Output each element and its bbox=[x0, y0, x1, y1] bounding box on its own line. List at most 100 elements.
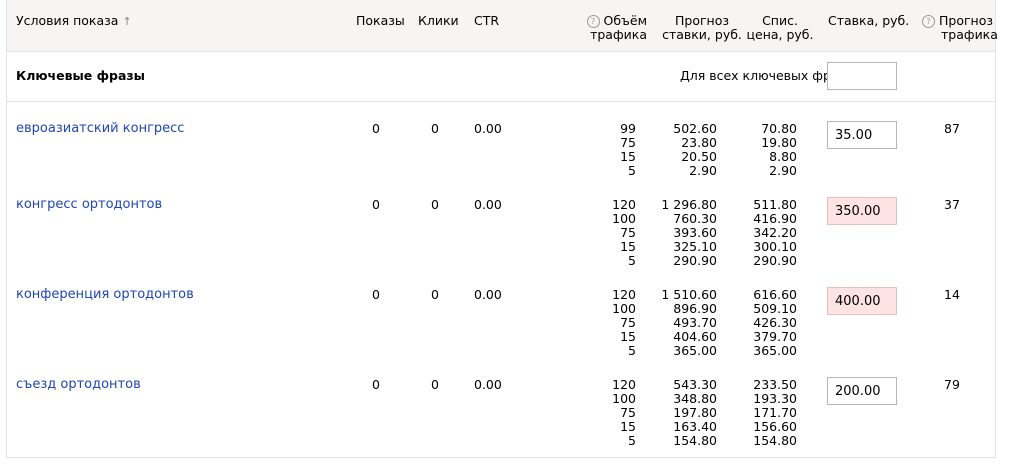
header-clicks[interactable]: Клики bbox=[418, 14, 459, 28]
keyword-link[interactable]: евроазиатский конгресс bbox=[16, 122, 184, 136]
impressions-value: 0 bbox=[372, 121, 380, 136]
header-impressions[interactable]: Показы bbox=[356, 14, 405, 28]
forecast-value: 348.80 bbox=[673, 391, 717, 406]
volume-value: 75 bbox=[620, 135, 636, 150]
charge-value: 342.20 bbox=[753, 225, 797, 240]
impressions-value: 0 bbox=[372, 377, 380, 392]
traffic-volume-list: 120 100 75 15 5 bbox=[596, 378, 636, 448]
traffic-volume-list: 120 100 75 15 5 bbox=[596, 288, 636, 358]
forecast-traffic-value: 37 bbox=[944, 197, 960, 212]
volume-value: 100 bbox=[612, 211, 636, 226]
volume-value: 15 bbox=[620, 329, 636, 344]
group-title: Ключевые фразы bbox=[16, 68, 145, 83]
charge-value: 19.80 bbox=[761, 135, 797, 150]
forecast-value: 493.70 bbox=[673, 315, 717, 330]
all-phrases-bid-input[interactable] bbox=[827, 62, 897, 90]
volume-value: 100 bbox=[612, 301, 636, 316]
header-forecast-bid-l2: ставки, руб. bbox=[662, 27, 742, 42]
header-charge-price-l1: Спис. bbox=[762, 13, 798, 28]
volume-value: 99 bbox=[620, 121, 636, 136]
header-traffic-volume-l2: трафика bbox=[590, 27, 647, 42]
bid-input[interactable] bbox=[827, 287, 897, 315]
traffic-volume-list: 99 75 15 5 bbox=[596, 122, 636, 178]
forecast-traffic-value: 87 bbox=[944, 121, 960, 136]
charge-value: 379.70 bbox=[753, 329, 797, 344]
charge-value: 616.60 bbox=[753, 287, 797, 302]
header-forecast-bid: Прогноз ставки, руб. bbox=[656, 14, 748, 42]
forecast-value: 23.80 bbox=[681, 135, 717, 150]
forecast-value: 760.30 bbox=[673, 211, 717, 226]
volume-value: 5 bbox=[628, 253, 636, 268]
volume-value: 120 bbox=[612, 377, 636, 392]
bid-input[interactable] bbox=[827, 377, 897, 405]
volume-value: 5 bbox=[628, 163, 636, 178]
forecast-value: 1 510.60 bbox=[661, 287, 717, 302]
volume-value: 5 bbox=[628, 343, 636, 358]
header-forecast-traffic-l2: трафика bbox=[941, 27, 998, 42]
charge-value: 509.10 bbox=[753, 301, 797, 316]
charge-price-list: 511.80 416.90 342.20 300.10 290.90 bbox=[737, 198, 797, 268]
volume-value: 15 bbox=[620, 419, 636, 434]
charge-value: 156.60 bbox=[753, 419, 797, 434]
charge-value: 416.90 bbox=[753, 211, 797, 226]
traffic-volume-list: 120 100 75 15 5 bbox=[596, 198, 636, 268]
volume-value: 75 bbox=[620, 315, 636, 330]
divider bbox=[6, 101, 996, 102]
header-traffic-volume-l1: Объём bbox=[603, 13, 648, 28]
forecast-bid-list: 502.60 23.80 20.50 2.90 bbox=[657, 122, 717, 178]
charge-value: 426.30 bbox=[753, 315, 797, 330]
forecast-value: 163.40 bbox=[673, 419, 717, 434]
forecast-traffic-value: 79 bbox=[944, 377, 960, 392]
charge-price-list: 616.60 509.10 426.30 379.70 365.00 bbox=[737, 288, 797, 358]
volume-value: 100 bbox=[612, 391, 636, 406]
forecast-value: 1 296.80 bbox=[661, 197, 717, 212]
impressions-value: 0 bbox=[372, 287, 380, 302]
forecast-value: 502.60 bbox=[673, 121, 717, 136]
forecast-value: 20.50 bbox=[681, 149, 717, 164]
charge-price-list: 70.80 19.80 8.80 2.90 bbox=[737, 122, 797, 178]
keyword-link[interactable]: съезд ортодонтов bbox=[16, 378, 141, 392]
charge-value: 171.70 bbox=[753, 405, 797, 420]
header-forecast-bid-l1: Прогноз bbox=[674, 13, 730, 28]
header-conditions: Условия показа bbox=[16, 13, 119, 28]
header-charge-price-l2: цена, руб. bbox=[746, 27, 814, 42]
keyword-link[interactable]: конференция ортодонтов bbox=[16, 288, 194, 302]
bid-input[interactable] bbox=[827, 197, 897, 225]
sort-up-icon: ↑ bbox=[122, 15, 132, 28]
charge-value: 70.80 bbox=[761, 121, 797, 136]
charge-value: 8.80 bbox=[769, 149, 797, 164]
ctr-value: 0.00 bbox=[474, 121, 502, 136]
ctr-value: 0.00 bbox=[474, 287, 502, 302]
forecast-value: 325.10 bbox=[673, 239, 717, 254]
ctr-value: 0.00 bbox=[474, 197, 502, 212]
all-phrases-label: Для всех ключевых фраз: bbox=[680, 68, 850, 83]
forecast-traffic-value: 14 bbox=[944, 287, 960, 302]
forecast-value: 365.00 bbox=[673, 343, 717, 358]
charge-value: 2.90 bbox=[769, 163, 797, 178]
charge-price-list: 233.50 193.30 171.70 156.60 154.80 bbox=[737, 378, 797, 448]
volume-value: 15 bbox=[620, 239, 636, 254]
forecast-bid-list: 1 296.80 760.30 393.60 325.10 290.90 bbox=[657, 198, 717, 268]
charge-value: 290.90 bbox=[753, 253, 797, 268]
clicks-value: 0 bbox=[431, 287, 439, 302]
keyword-link[interactable]: конгресс ортодонтов bbox=[16, 198, 162, 212]
charge-value: 193.30 bbox=[753, 391, 797, 406]
clicks-value: 0 bbox=[431, 377, 439, 392]
forecast-bid-list: 543.30 348.80 197.80 163.40 154.80 bbox=[657, 378, 717, 448]
charge-value: 154.80 bbox=[753, 433, 797, 448]
header-bid[interactable]: Ставка, руб. bbox=[828, 14, 909, 28]
clicks-value: 0 bbox=[431, 121, 439, 136]
header-ctr[interactable]: CTR bbox=[474, 14, 499, 28]
impressions-value: 0 bbox=[372, 197, 380, 212]
charge-value: 511.80 bbox=[753, 197, 797, 212]
forecast-value: 197.80 bbox=[673, 405, 717, 420]
charge-value: 365.00 bbox=[753, 343, 797, 358]
volume-value: 5 bbox=[628, 433, 636, 448]
volume-value: 75 bbox=[620, 405, 636, 420]
sort-by-conditions[interactable]: Условия показа ↑ bbox=[16, 14, 132, 29]
forecast-value: 393.60 bbox=[673, 225, 717, 240]
forecast-value: 896.90 bbox=[673, 301, 717, 316]
volume-value: 75 bbox=[620, 225, 636, 240]
bid-input[interactable] bbox=[827, 121, 897, 149]
help-icon[interactable]: ? bbox=[922, 15, 935, 28]
